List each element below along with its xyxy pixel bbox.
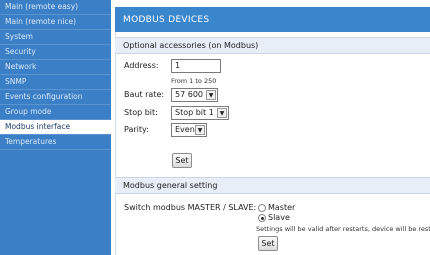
page-header: MODBUS DEVICES [115,7,430,32]
sidebar-item-snmp[interactable]: SNMP [0,75,111,90]
sidebar-item-network[interactable]: Network [0,60,111,75]
slave-radio[interactable] [258,214,266,222]
stop-bit-value: Stop bit 1 [175,108,214,117]
panel-divider [115,32,116,255]
sidebar-item-temperatures[interactable]: Temperatures [0,135,111,150]
sidebar-item-main-remote-nice[interactable]: Main (remote nice) [0,15,111,30]
chevron-down-icon: ▼ [217,108,227,118]
section-accessories-header: Optional accessories (on Modbus) [115,37,430,54]
sidebar-item-main-remote-easy[interactable]: Main (remote easy) [0,0,111,15]
baud-rate-value: 57 600 [175,90,203,99]
stop-bit-label: Stop bit: [124,108,158,117]
sidebar-item-security[interactable]: Security [0,45,111,60]
chevron-down-icon: ▼ [206,90,216,100]
page-title: MODBUS DEVICES [123,15,210,25]
stop-bit-select[interactable]: Stop bit 1 ▼ [171,106,229,120]
chevron-down-icon: ▼ [195,125,205,135]
parity-label: Parity: [124,125,149,134]
sidebar-item-events-configuration[interactable]: Events configuration [0,90,111,105]
section-accessories-title: Optional accessories (on Modbus) [123,41,259,50]
sidebar-item-group-mode[interactable]: Group mode [0,105,111,120]
master-radio[interactable] [258,204,266,212]
section-general-title: Modbus general setting [123,181,218,190]
general-set-button[interactable]: Set [258,236,278,251]
sidebar-item-system[interactable]: System [0,30,111,45]
section-general-header: Modbus general setting [115,177,430,194]
address-label: Address: [124,61,159,70]
master-radio-label[interactable]: Master [268,203,295,212]
parity-value: Even [175,125,195,134]
address-input[interactable]: 1 [171,59,221,73]
baud-rate-select[interactable]: 57 600 ▼ [171,88,218,102]
slave-radio-label[interactable]: Slave [268,213,290,222]
switch-master-slave-label: Switch modbus MASTER / SLAVE: [124,203,257,212]
sidebar-item-modbus-interface[interactable]: Modbus interface [0,120,111,135]
parity-select[interactable]: Even ▼ [171,123,207,137]
accessories-set-button[interactable]: Set [172,153,192,168]
restart-note: Settings will be valid after restarts, d… [256,225,430,233]
sidebar: Main (remote easy) Main (remote nice) Sy… [0,0,111,255]
address-hint: From 1 to 250 [171,77,217,85]
baud-rate-label: Baut rate: [124,90,165,99]
